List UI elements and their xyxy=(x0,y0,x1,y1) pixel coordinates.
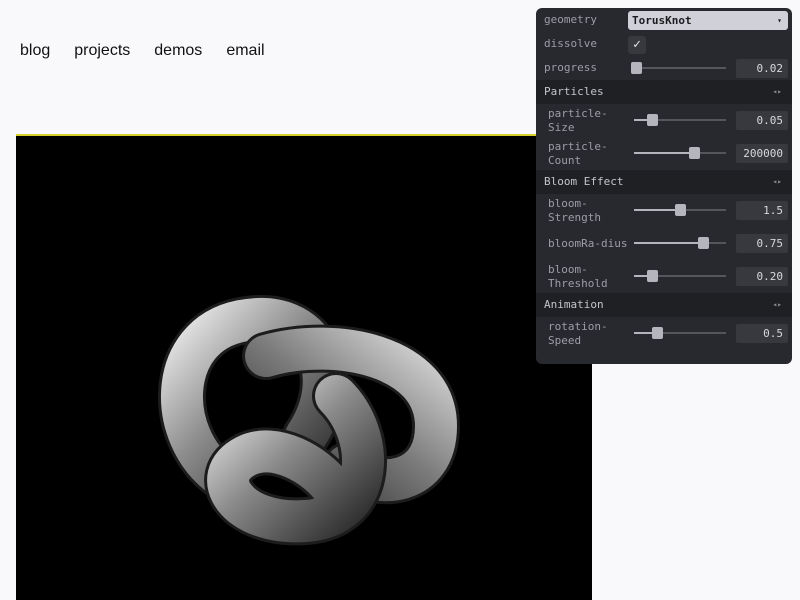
geometry-row: geometry TorusKnot ▾ xyxy=(536,8,792,32)
progress-row: progress 0.02 xyxy=(536,56,792,80)
bloom-strength-label: bloom-Strength xyxy=(548,196,601,224)
slider-handle[interactable] xyxy=(675,204,686,216)
particle-count-slider[interactable] xyxy=(634,147,726,159)
nav-demos-link[interactable]: demos xyxy=(154,42,202,60)
bloom-strength-value[interactable]: 1.5 xyxy=(736,201,788,220)
bloom-folder-title: Bloom Effect xyxy=(544,175,624,188)
geometry-select[interactable]: TorusKnot ▾ xyxy=(628,11,788,30)
collapse-toggle-icon: ◂▸ xyxy=(772,300,782,309)
bloom-radius-row: bloomRa-dius 0.75 xyxy=(536,227,792,260)
bloom-radius-label: bloomRa-dius xyxy=(548,236,628,250)
nav-blog-link[interactable]: blog xyxy=(20,42,50,60)
torus-knot-render xyxy=(158,295,461,546)
bloom-threshold-label: bloom-Threshold xyxy=(548,262,608,290)
progress-label: progress xyxy=(544,61,597,74)
animation-folder-title: Animation xyxy=(544,298,604,311)
particle-size-slider[interactable] xyxy=(634,114,726,126)
dissolve-row: dissolve ✓ xyxy=(536,32,792,56)
particle-count-row: particle-Count 200000 xyxy=(536,137,792,170)
bloom-radius-value[interactable]: 0.75 xyxy=(736,234,788,253)
particles-folder-title: Particles xyxy=(544,85,604,98)
slider-handle[interactable] xyxy=(698,237,709,249)
animation-folder-header[interactable]: Animation ◂▸ xyxy=(536,293,792,317)
bloom-threshold-row: bloom-Threshold 0.20 xyxy=(536,260,792,293)
top-nav: blog projects demos email xyxy=(20,42,265,60)
dissolve-label: dissolve xyxy=(544,37,597,50)
particle-count-label: particle-Count xyxy=(548,139,608,167)
collapse-toggle-icon: ◂▸ xyxy=(772,177,782,186)
particle-size-label: particle-Size xyxy=(548,106,608,134)
webgl-canvas[interactable] xyxy=(16,136,592,600)
slider-handle[interactable] xyxy=(630,62,642,74)
slider-handle[interactable] xyxy=(647,270,659,282)
chevron-down-icon: ▾ xyxy=(777,16,782,25)
collapse-toggle-icon: ◂▸ xyxy=(772,87,782,96)
dissolve-checkbox[interactable]: ✓ xyxy=(628,36,646,54)
rotation-speed-label: rotation-Speed xyxy=(548,319,608,347)
slider-handle[interactable] xyxy=(647,114,659,126)
bloom-strength-row: bloom-Strength 1.5 xyxy=(536,194,792,227)
bloom-radius-slider[interactable] xyxy=(634,237,726,249)
nav-email-link[interactable]: email xyxy=(226,42,264,60)
particle-size-value[interactable]: 0.05 xyxy=(736,111,788,130)
slider-handle[interactable] xyxy=(688,147,700,159)
bloom-strength-slider[interactable] xyxy=(634,204,726,216)
rotation-speed-value[interactable]: 0.5 xyxy=(736,324,788,343)
bloom-threshold-slider[interactable] xyxy=(634,270,726,282)
particle-count-value[interactable]: 200000 xyxy=(736,144,788,163)
particles-folder-header[interactable]: Particles ◂▸ xyxy=(536,80,792,104)
checkmark-icon: ✓ xyxy=(633,37,641,52)
controls-panel: geometry TorusKnot ▾ dissolve ✓ progress… xyxy=(536,8,792,364)
progress-slider[interactable] xyxy=(630,62,726,74)
geometry-label: geometry xyxy=(544,13,597,26)
slider-handle[interactable] xyxy=(652,327,663,339)
nav-projects-link[interactable]: projects xyxy=(74,42,130,60)
particle-size-row: particle-Size 0.05 xyxy=(536,104,792,137)
rotation-speed-row: rotation-Speed 0.5 xyxy=(536,317,792,350)
rotation-speed-slider[interactable] xyxy=(634,327,726,339)
geometry-value: TorusKnot xyxy=(632,14,692,27)
progress-value[interactable]: 0.02 xyxy=(736,59,788,78)
bloom-threshold-value[interactable]: 0.20 xyxy=(736,267,788,286)
bloom-folder-header[interactable]: Bloom Effect ◂▸ xyxy=(536,170,792,194)
